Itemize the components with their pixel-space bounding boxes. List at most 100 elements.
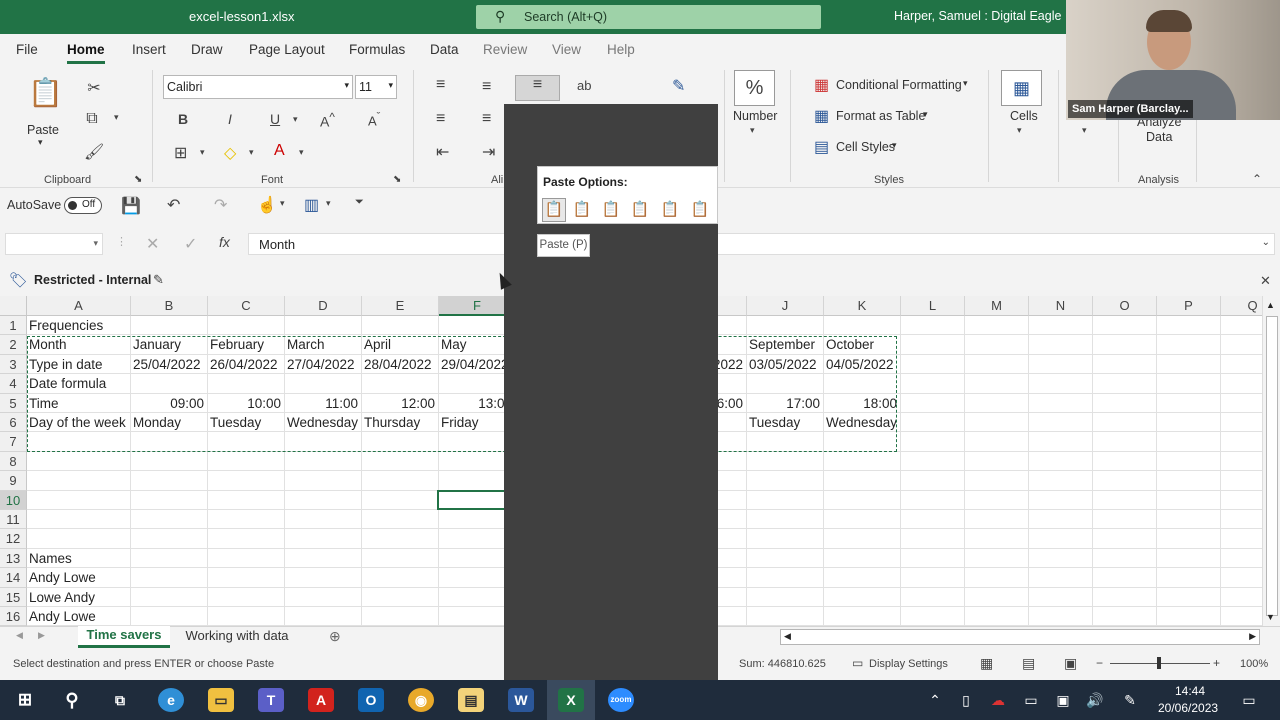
zoom-out-icon[interactable]: −: [1096, 656, 1103, 670]
decrease-font-icon[interactable]: Aˇ: [368, 111, 380, 128]
teams-icon[interactable]: T: [258, 688, 284, 712]
chevron-down-icon[interactable]: ▾: [963, 78, 968, 89]
battery-icon[interactable]: ▭: [1018, 688, 1044, 712]
increase-font-icon[interactable]: A^: [320, 111, 335, 130]
collapse-ribbon-icon[interactable]: ⌃: [1252, 172, 1262, 186]
page-break-view-icon[interactable]: ▣: [1064, 655, 1077, 672]
borders-icon[interactable]: ⊞: [174, 143, 187, 163]
network-icon[interactable]: ▣: [1050, 688, 1076, 712]
dialog-launcher-icon[interactable]: ⬊: [393, 174, 401, 185]
italic-icon[interactable]: I: [228, 111, 232, 127]
column-header[interactable]: K: [824, 296, 901, 316]
chevron-down-icon[interactable]: ▾: [38, 137, 43, 148]
paste-icon[interactable]: 📋: [28, 76, 63, 112]
menu-tab-help[interactable]: Help: [607, 42, 635, 57]
save-icon[interactable]: 💾: [121, 196, 141, 216]
display-settings-button[interactable]: Display Settings: [869, 658, 948, 670]
chevron-down-icon[interactable]: ▾: [200, 147, 205, 158]
bold-icon[interactable]: B: [178, 111, 188, 127]
column-header[interactable]: J: [747, 296, 824, 316]
outlook-icon[interactable]: O: [358, 688, 384, 712]
chevron-down-icon[interactable]: ▾: [923, 109, 928, 120]
chevron-down-icon[interactable]: ▾: [299, 147, 304, 158]
row-header[interactable]: 10: [0, 490, 27, 510]
security-icon[interactable]: ☁: [985, 688, 1011, 712]
usb-icon[interactable]: ▯: [953, 688, 979, 712]
file-name[interactable]: excel-lesson1.xlsx: [189, 9, 295, 24]
column-header[interactable]: A: [27, 296, 131, 316]
cells-icon[interactable]: ▦: [1001, 70, 1042, 106]
column-header[interactable]: E: [362, 296, 439, 316]
folder-icon[interactable]: ▤: [458, 688, 484, 712]
file-explorer-icon[interactable]: ▭: [208, 688, 234, 712]
font-name-select[interactable]: Calibri ▾: [163, 75, 353, 99]
select-all-corner[interactable]: [0, 296, 27, 316]
row-header[interactable]: 12: [0, 529, 27, 549]
pen-icon[interactable]: ✎: [1117, 688, 1143, 712]
paste-button[interactable]: Paste: [27, 123, 59, 137]
excel-icon[interactable]: X: [558, 688, 584, 712]
menu-tab-page layout[interactable]: Page Layout: [249, 42, 325, 57]
scroll-right-icon[interactable]: ▶: [1249, 631, 1256, 642]
edit-icon[interactable]: ✎: [153, 272, 164, 288]
search-icon[interactable]: ⚲: [59, 688, 85, 712]
cut-icon[interactable]: ✂: [84, 78, 104, 98]
scroll-up-icon[interactable]: ▲: [1266, 300, 1275, 310]
row-header[interactable]: 11: [0, 510, 27, 530]
row-header[interactable]: 15: [0, 587, 27, 607]
column-header[interactable]: D: [285, 296, 362, 316]
chevron-down-icon[interactable]: ▾: [750, 125, 755, 136]
conditional-formatting-button[interactable]: Conditional Formatting: [836, 78, 962, 92]
task-view-icon[interactable]: ⧉: [107, 688, 133, 712]
menu-tab-review[interactable]: Review: [483, 42, 527, 57]
paste-formulas-icon[interactable]: 📋: [599, 198, 623, 222]
paste-icon[interactable]: 📋: [542, 198, 566, 222]
paste-formatting-icon[interactable]: 📋: [658, 198, 682, 222]
wrap-text-icon[interactable]: ✎: [672, 76, 685, 96]
row-header[interactable]: 4: [0, 374, 27, 394]
name-box[interactable]: ▾: [5, 233, 103, 255]
sheet-tab-active[interactable]: Time savers: [78, 626, 170, 648]
chevron-down-icon[interactable]: ▾: [326, 198, 331, 209]
zoom-app-icon[interactable]: zoom: [608, 688, 634, 712]
column-header[interactable]: L: [901, 296, 965, 316]
conditional-formatting-icon[interactable]: ▦: [814, 75, 829, 95]
paste-values-icon[interactable]: 📋: [570, 198, 594, 222]
chevron-up-icon[interactable]: ⌃: [922, 688, 948, 712]
row-header[interactable]: 14: [0, 568, 27, 588]
chart-icon[interactable]: ▥: [304, 195, 319, 215]
row-header[interactable]: 2: [0, 335, 27, 355]
volume-icon[interactable]: 🔊: [1082, 688, 1108, 712]
search-box[interactable]: ⚲ Search (Alt+Q): [476, 5, 821, 29]
next-sheet-icon[interactable]: ▶: [38, 630, 45, 641]
menu-tab-insert[interactable]: Insert: [132, 42, 166, 57]
word-icon[interactable]: W: [508, 688, 534, 712]
user-name[interactable]: Harper, Samuel : Digital Eagle: [894, 9, 1061, 23]
font-color-icon[interactable]: A: [274, 142, 285, 160]
chevron-down-icon[interactable]: ▾: [1017, 125, 1022, 136]
cell[interactable]: Lowe Andy: [27, 588, 131, 607]
cell-styles-icon[interactable]: ▤: [814, 137, 829, 157]
customize-qat-icon[interactable]: ⏷: [355, 196, 364, 209]
windows-start-icon[interactable]: ⊞: [12, 688, 38, 712]
vertical-scrollbar[interactable]: ▲ ▼: [1262, 296, 1280, 626]
menu-tab-home[interactable]: Home: [67, 42, 105, 64]
row-header[interactable]: 5: [0, 393, 27, 413]
add-sheet-icon[interactable]: ⊕: [329, 628, 341, 645]
row-header[interactable]: 6: [0, 413, 27, 433]
autosave-toggle[interactable]: Off: [64, 197, 102, 214]
chevron-down-icon[interactable]: ▾: [1082, 125, 1087, 136]
align-middle-icon[interactable]: ≡: [482, 78, 491, 96]
expand-formula-icon[interactable]: ⌄: [1262, 237, 1270, 248]
status-sum[interactable]: Sum: 446810.625: [739, 658, 826, 670]
row-header[interactable]: 8: [0, 451, 27, 472]
chevron-down-icon[interactable]: ▾: [293, 114, 298, 125]
active-cell[interactable]: [437, 490, 507, 510]
row-header[interactable]: 13: [0, 548, 27, 569]
cells-button[interactable]: Cells: [1010, 109, 1038, 123]
acrobat-icon[interactable]: A: [308, 688, 334, 712]
scroll-thumb[interactable]: [1266, 316, 1278, 616]
display-settings-icon[interactable]: ▭: [852, 656, 863, 670]
column-header[interactable]: P: [1157, 296, 1221, 316]
font-size-select[interactable]: 11 ▾: [355, 75, 397, 99]
